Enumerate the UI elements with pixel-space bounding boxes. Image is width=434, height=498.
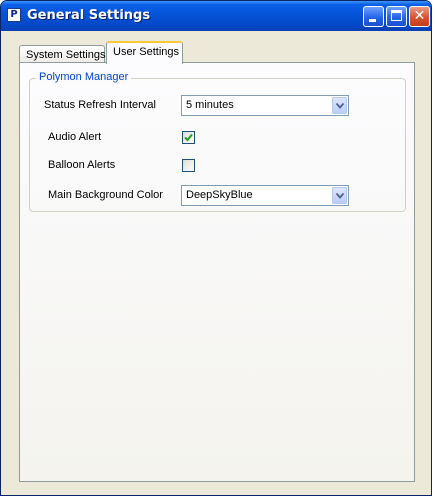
window-title: General Settings <box>27 8 151 23</box>
balloon-alerts-label: Balloon Alerts <box>48 159 116 171</box>
check-mark-icon <box>184 133 193 142</box>
audio-alert-checkbox[interactable] <box>182 131 195 144</box>
polymon-manager-group: Polymon Manager Status Refresh Interval … <box>29 71 406 212</box>
main-bg-color-value: DeepSkyBlue <box>186 189 253 201</box>
close-button[interactable]: ✕ <box>409 6 430 27</box>
close-icon: ✕ <box>413 8 426 24</box>
minimize-button[interactable] <box>363 6 384 27</box>
tab-label: System Settings <box>26 49 106 61</box>
minimize-icon <box>369 19 376 22</box>
general-settings-window: P General Settings ✕ System Settings Use… <box>0 0 432 496</box>
user-settings-page: Polymon Manager Status Refresh Interval … <box>19 62 415 482</box>
status-refresh-label: Status Refresh Interval <box>44 99 156 111</box>
status-refresh-value: 5 minutes <box>186 99 234 111</box>
main-bg-color-label: Main Background Color <box>48 189 163 201</box>
chevron-down-icon[interactable] <box>332 97 347 114</box>
tab-system-settings[interactable]: System Settings <box>19 45 105 63</box>
maximize-icon <box>391 10 402 21</box>
status-refresh-dropdown[interactable]: 5 minutes <box>181 95 349 116</box>
tab-label: User Settings <box>113 46 180 58</box>
group-title: Polymon Manager <box>36 71 132 83</box>
tab-user-settings[interactable]: User Settings <box>106 41 183 64</box>
title-bar[interactable]: P General Settings ✕ <box>1 1 431 31</box>
audio-alert-label: Audio Alert <box>48 131 102 143</box>
app-icon[interactable]: P <box>7 8 21 22</box>
balloon-alerts-checkbox[interactable] <box>182 159 195 172</box>
maximize-button[interactable] <box>386 6 407 27</box>
chevron-down-icon[interactable] <box>332 187 347 204</box>
main-bg-color-dropdown[interactable]: DeepSkyBlue <box>181 185 349 206</box>
